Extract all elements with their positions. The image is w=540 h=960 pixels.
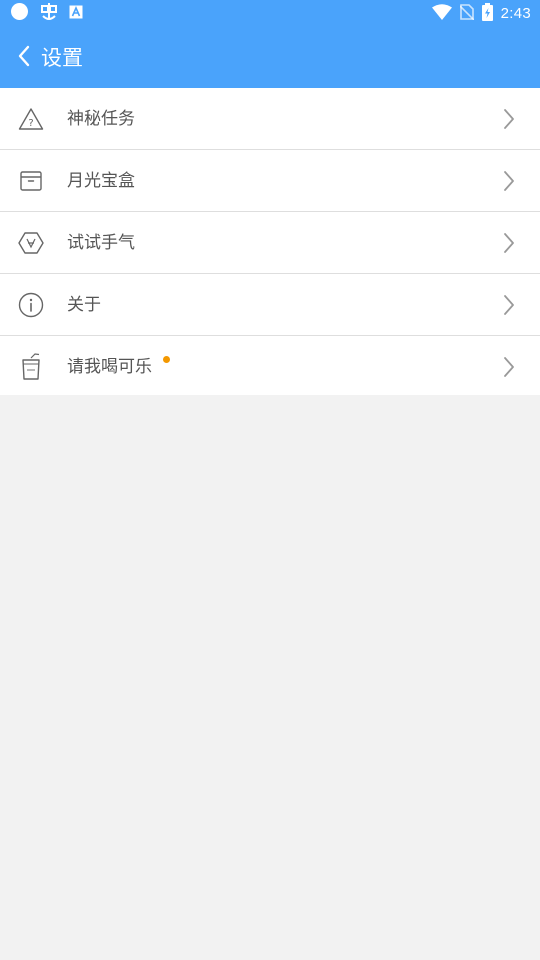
settings-item-about[interactable]: 关于 <box>0 274 540 336</box>
a-box-icon <box>69 4 83 23</box>
page-title: 设置 <box>41 46 83 70</box>
chevron-right-icon <box>502 170 516 192</box>
settings-item-moonlight-box[interactable]: 月光宝盒 <box>0 150 540 212</box>
box-icon <box>18 168 44 194</box>
app-bar: 设置 <box>0 27 540 88</box>
info-icon <box>18 292 44 318</box>
settings-item-label: 试试手气 <box>67 233 135 253</box>
settings-item-try-luck[interactable]: 试试手气 <box>0 212 540 274</box>
settings-item-label: 月光宝盒 <box>67 171 135 191</box>
chevron-left-icon <box>17 45 31 71</box>
warning-question-icon: ? <box>18 106 44 132</box>
settings-list: ? 神秘任务 月光宝盒 试试手气 关于 请我喝可乐 <box>0 88 540 398</box>
status-bar: 2:43 <box>0 0 540 27</box>
back-button[interactable] <box>12 43 36 73</box>
no-sim-icon <box>459 3 475 24</box>
new-badge-dot <box>163 356 170 363</box>
status-time: 2:43 <box>500 5 531 22</box>
chevron-right-icon <box>502 356 516 378</box>
chevron-right-icon <box>502 294 516 316</box>
chevron-right-icon <box>502 108 516 130</box>
bug-icon <box>39 2 59 25</box>
chevron-right-icon <box>502 232 516 254</box>
svg-text:?: ? <box>28 118 33 129</box>
settings-item-label: 请我喝可乐 <box>67 357 152 377</box>
circle-icon <box>10 2 29 25</box>
settings-item-buy-me-cola[interactable]: 请我喝可乐 <box>0 336 540 398</box>
empty-background <box>0 395 540 960</box>
wifi-icon <box>431 3 452 24</box>
cola-cup-icon <box>18 353 44 380</box>
settings-item-mystery-task[interactable]: ? 神秘任务 <box>0 88 540 150</box>
settings-item-label: 关于 <box>67 295 101 315</box>
hexagon-luck-icon <box>18 230 44 256</box>
battery-charging-icon <box>481 2 493 25</box>
settings-item-label: 神秘任务 <box>67 109 135 129</box>
